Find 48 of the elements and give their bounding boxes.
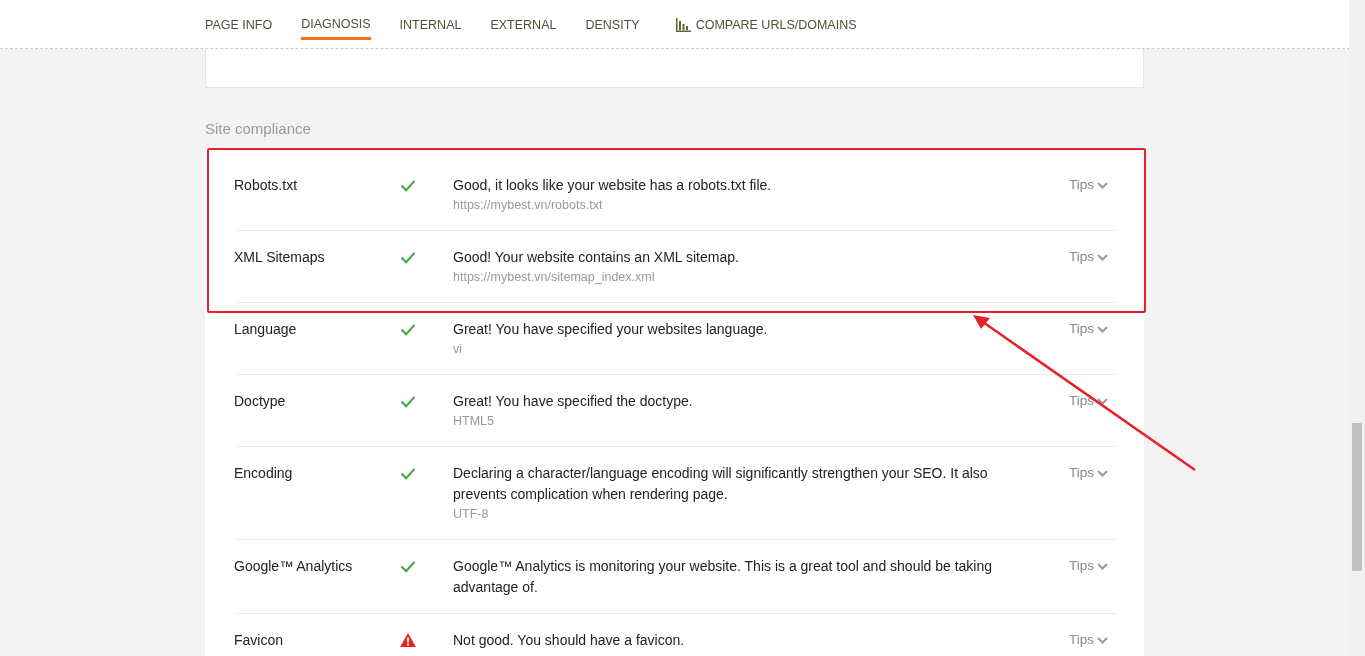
result-message: Great! You have specified your websites language. — [453, 320, 769, 339]
check-name: Favicon — [234, 631, 285, 650]
warning-icon — [400, 633, 416, 647]
tips-toggle[interactable]: Tips — [1069, 463, 1108, 483]
chevron-down-icon — [1097, 562, 1108, 570]
result-detail: https://mybest.vn/sitemap_index.xml — [453, 269, 656, 286]
nav-tab[interactable]: COMPARE URLS/DOMAINS — [674, 0, 857, 30]
chevron-down-icon — [1097, 325, 1108, 333]
check-name: Google™ Analytics — [234, 557, 354, 576]
nav-tab[interactable]: DENSITY — [585, 0, 640, 30]
result-detail: UTF-8 — [453, 506, 490, 523]
check-name: Doctype — [234, 392, 287, 411]
checkmark-icon — [400, 178, 416, 192]
result-detail: https://mybest.vn/robots.txt — [453, 197, 604, 214]
result-message: Good, it looks like your website has a robots.txt file. — [453, 176, 773, 195]
chevron-down-icon — [1097, 181, 1108, 189]
tips-toggle[interactable]: Tips — [1069, 630, 1108, 650]
chevron-down-icon — [1097, 636, 1108, 644]
section-heading: Site compliance — [205, 120, 312, 137]
tips-toggle[interactable]: Tips — [1069, 247, 1108, 267]
checkmark-icon — [400, 250, 416, 264]
nav-tab[interactable]: INTERNAL — [399, 0, 462, 30]
check-name: XML Sitemaps — [234, 248, 326, 267]
result-detail: vi — [453, 341, 464, 358]
nav-tab[interactable]: EXTERNAL — [490, 0, 557, 30]
tips-toggle[interactable]: Tips — [1069, 319, 1108, 339]
checkmark-icon — [400, 394, 416, 408]
nav-tab[interactable]: PAGE INFO — [205, 0, 273, 30]
nav-tab[interactable]: DIAGNOSIS — [301, 0, 371, 40]
check-name: Encoding — [234, 464, 294, 483]
checkmark-icon — [400, 322, 416, 336]
checkmark-icon — [400, 466, 416, 480]
chevron-down-icon — [1097, 397, 1108, 405]
chevron-down-icon — [1097, 469, 1108, 477]
result-message: Great! You have specified the doctype. — [453, 392, 694, 411]
checkmark-icon — [400, 559, 416, 573]
tips-toggle[interactable]: Tips — [1069, 556, 1108, 576]
result-message: Not good. You should have a favicon. — [453, 631, 686, 650]
check-name: Language — [234, 320, 298, 339]
chevron-down-icon — [1097, 253, 1108, 261]
result-message: Good! Your website contains an XML sitemap. — [453, 248, 740, 267]
check-name: Robots.txt — [234, 176, 299, 195]
result-message: Google™ Analytics is monitoring your website. This is a great tool and should be taking advantage of. — [453, 557, 994, 597]
result-detail: HTML5 — [453, 413, 495, 430]
tips-toggle[interactable]: Tips — [1069, 391, 1108, 411]
result-message: Declaring a character/language encoding will significantly strengthen your SEO. It also prevents complication when rendering page. — [453, 464, 989, 504]
tips-toggle[interactable]: Tips — [1069, 175, 1108, 195]
bar-chart-icon — [674, 18, 691, 32]
